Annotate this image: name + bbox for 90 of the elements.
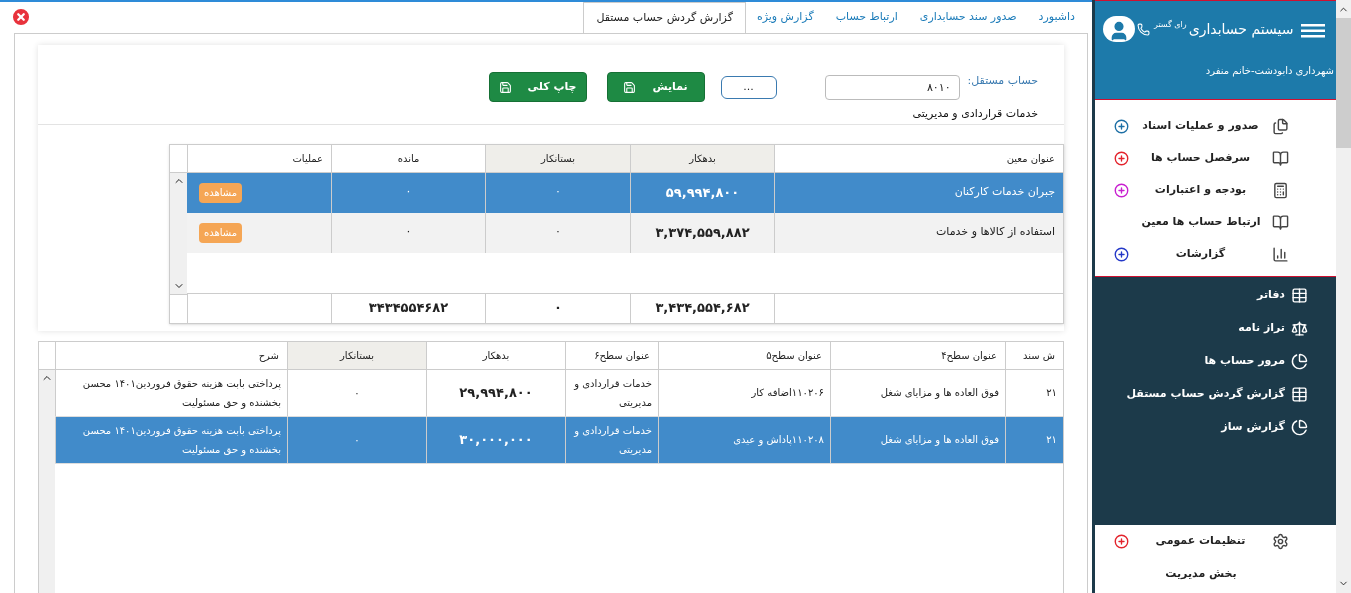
show-button[interactable]: نمایش [606,72,705,102]
calculator-icon [1272,181,1289,199]
column-header: عملیات [187,144,331,173]
tab[interactable]: ارتباط حساب [824,2,909,33]
plus-icon[interactable] [1114,246,1129,262]
table-cell: ۲۱ [1005,369,1063,416]
account-input[interactable]: ۸۰۱۰ [824,74,960,100]
table-cell: ۳,۳۷۴,۵۵۹,۸۸۲ [630,212,774,253]
table-cell: ۰ [485,212,630,253]
table-cell: جبران خدمات کارکنان [774,172,1063,213]
scrollbar-thumb[interactable] [1336,18,1351,148]
scrollbar[interactable] [1336,0,1351,593]
table-row[interactable]: جبران خدمات کارکنان ۵۹,۹۹۴,۸۰۰ ۰ ۰ مشاهده [187,172,1063,213]
column-header: بدهکار [630,144,774,173]
scale-icon [1291,320,1308,337]
table-cell: ۲۹,۹۹۴,۸۰۰ [426,369,565,416]
scrollbar[interactable] [39,369,55,593]
tab[interactable]: گزارش گردش حساب مستقل [583,2,746,33]
phone-icon [1137,22,1150,36]
tab[interactable]: صدور سند حسابداری [908,2,1028,33]
menu-item[interactable]: بودجه و اعتبارات [1095,174,1336,206]
menu-item[interactable]: ارتباط حساب ها معین [1095,206,1336,238]
organization-name: شهرداری دابودشت-خانم منفرد [1205,65,1334,76]
table-cell: ۰ [331,212,485,253]
save-icon [623,80,637,94]
table-row[interactable]: ۲۱ فوق العاده ها و مزایای شغل ۱۱۰۲۰۸پاداش و عیدی خدمات قراردادی و مدیریتی ۳۰,۰۰۰,۰۰۰ ۰ پرداختی بابت هزینه حقوق فروردین۱۴۰۱ محسن بخشنده و حق مسئولیت [55,416,1063,464]
menu-item[interactable]: سرفصل حساب ها [1095,142,1336,174]
save-icon [498,80,512,94]
table-cell: خدمات قراردادی و مدیریتی [565,416,658,463]
close-icon[interactable] [10,6,32,28]
plus-icon[interactable] [1114,118,1129,134]
tab[interactable]: داشبورد [1027,2,1086,33]
submenu-item[interactable]: گزارش ساز [1095,411,1336,444]
total-cell: ۳,۴۳۴,۵۵۴,۶۸۲ [630,293,774,323]
table-cell: ۰ [485,172,630,213]
scrollbar[interactable] [170,172,187,294]
grid-icon [1291,287,1308,304]
pie-chart-icon [1291,353,1308,370]
column-header: بستانکار [485,144,630,173]
brand-text: رای گستر [1154,19,1187,31]
submenu-item[interactable]: گزارش گردش حساب مستقل [1095,378,1336,411]
total-cell: ۰ [485,293,630,323]
submenu-item[interactable]: دفاتر [1095,279,1336,312]
menu-item[interactable]: بخش مدیریت [1095,558,1336,591]
plus-icon[interactable] [1114,182,1129,198]
grid-icon [1291,386,1308,403]
table-row[interactable]: ۲۱ فوق العاده ها و مزایای شغل ۱۱۰۲۰۶اضافه کار خدمات قراردادی و مدیریتی ۲۹,۹۹۴,۸۰۰ ۰ پرداختی بابت هزینه حقوق فروردین۱۴۰۱ محسن بخشنده و حق مسئولیت [55,369,1063,417]
menu-item[interactable]: صدور و عملیات اسناد [1095,110,1336,142]
column-header: عنوان سطح۶ [565,341,658,369]
column-header: ش سند [1005,341,1063,369]
column-header: عنوان سطح۵ [658,341,830,369]
table-cell: استفاده از کالاها و خدمات [774,212,1063,253]
table-cell: ۵۹,۹۹۴,۸۰۰ [630,172,774,213]
table-cell: ۰ [287,416,426,463]
table-cell: ۳۰,۰۰۰,۰۰۰ [426,416,565,463]
avatar-icon [1103,16,1135,42]
app-title: سیستم حسابداری [1188,19,1294,40]
table-cell: ۲۱ [1005,416,1063,463]
column-header: بستانکار [287,341,426,369]
column-header: عنوان سطح۴ [830,341,1005,369]
settings-icon [1272,533,1289,550]
plus-icon[interactable] [1114,150,1129,166]
column-header: مانده [331,144,485,173]
browse-button[interactable]: ... [720,75,777,99]
book-icon [1272,213,1289,231]
table-cell: فوق العاده ها و مزایای شغل [830,416,1005,463]
submenu-item[interactable]: مرور حساب ها [1095,345,1336,378]
plus-icon[interactable] [1114,534,1129,549]
menu-icon[interactable] [1301,24,1326,38]
column-header: شرح [55,341,287,369]
table-cell: ۰ [287,369,426,416]
table-cell: ۱۱۰۲۰۸پاداش و عیدی [658,416,830,463]
column-header: عنوان معین [774,144,1063,173]
bar-chart-icon [1272,245,1289,263]
documents-icon [1272,117,1289,135]
total-cell: ۳۴۳۴۵۵۴۶۸۲ [331,293,485,323]
table-cell: ۱۱۰۲۰۶اضافه کار [658,369,830,416]
table-row[interactable]: استفاده از کالاها و خدمات ۳,۳۷۴,۵۵۹,۸۸۲ ۰ ۰ مشاهده [187,212,1063,253]
menu-item[interactable]: گزارشات [1095,238,1336,270]
field-label: حساب مستقل: [967,73,1038,89]
menu-item[interactable]: تنظیمات عمومی [1095,525,1336,558]
book-icon [1272,149,1289,167]
submenu-item[interactable]: تراز نامه [1095,312,1336,345]
print-button[interactable]: چاپ کلی [488,72,587,102]
table-cell: خدمات قراردادی و مدیریتی [565,369,658,416]
table-cell: ۰ [331,172,485,213]
tab[interactable]: گزارش ویژه [745,2,825,33]
pie-chart-icon [1291,419,1308,436]
account-name: خدمات قراردادی و مدیریتی [912,107,1038,120]
table-cell: فوق العاده ها و مزایای شغل [830,369,1005,416]
